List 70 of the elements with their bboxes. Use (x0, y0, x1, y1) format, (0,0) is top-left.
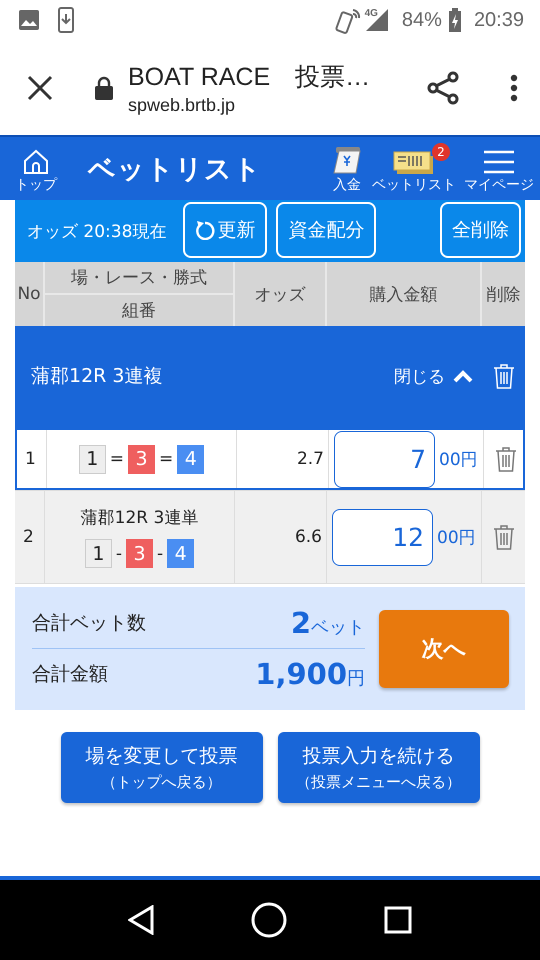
group-title: 蒲郡12R 3連複 (31, 364, 164, 389)
delete-button[interactable] (494, 446, 516, 472)
clock: 20:39 (474, 8, 524, 32)
lock-icon (94, 76, 114, 100)
trash-icon (494, 446, 516, 472)
mypage-button[interactable]: マイページ (464, 137, 534, 200)
boat-number: 1 (78, 444, 106, 474)
signal-icon (364, 7, 390, 33)
summary-label: 合計金額 (32, 662, 109, 687)
boat-number: 3 (126, 539, 153, 568)
close-icon[interactable] (26, 74, 54, 102)
amount-unit: 00円 (437, 526, 476, 548)
race-name: 蒲郡12R 3連単 (80, 507, 198, 529)
column-header: 場・レース・勝式 (45, 262, 233, 295)
summary-label: 合計ベット数 (32, 611, 147, 636)
boat-number: 3 (128, 444, 155, 474)
boat-number: 4 (167, 539, 194, 568)
row-number: 1 (25, 449, 36, 469)
screen-title: ベットリスト (88, 152, 263, 186)
home-icon[interactable] (250, 902, 287, 938)
column-header: 組番 (121, 300, 157, 323)
amount-field[interactable]: 12 (332, 508, 433, 566)
more-icon[interactable] (510, 74, 518, 102)
bet-list-button[interactable]: ベットリスト 2 (372, 137, 456, 200)
collapse-toggle[interactable]: 閉じる (394, 364, 473, 388)
trash-icon (493, 363, 515, 389)
fund-allocation-button[interactable]: 資金配分 (276, 202, 376, 258)
separator: = (159, 449, 174, 469)
odds-value: 2.7 (296, 449, 324, 469)
amount-unit: 00円 (439, 448, 478, 470)
refresh-icon (195, 220, 216, 240)
summary-value: 1,900 (255, 657, 347, 691)
menu-icon (483, 148, 515, 176)
refresh-button[interactable]: 更新 (183, 202, 268, 258)
count-badge: 2 (432, 143, 450, 161)
network-type: 4G (364, 8, 378, 19)
share-icon[interactable] (426, 70, 460, 104)
battery-icon (448, 8, 462, 32)
delete-button[interactable] (492, 524, 514, 550)
page-url: spweb.brtb.jp (128, 94, 236, 116)
row-number: 2 (23, 527, 34, 547)
home-button[interactable]: トップ (14, 137, 58, 200)
download-icon (58, 7, 74, 33)
battery-percent: 84% (402, 8, 442, 32)
bet-row[interactable]: 1 1 = 3 = 4 2.7 7 00円 (15, 428, 525, 490)
column-header: 削除 (486, 284, 522, 306)
boat-number: 4 (177, 444, 204, 474)
image-icon (18, 9, 40, 31)
summary-unit: 円 (347, 667, 365, 690)
recents-icon[interactable] (384, 906, 412, 934)
trash-icon (492, 524, 514, 550)
continue-voting-button[interactable]: 投票入力を続ける （投票メニューへ戻る） (278, 732, 480, 803)
boat-number: 1 (84, 539, 112, 568)
summary-unit: ベット (311, 616, 365, 639)
summary-value: 2 (290, 606, 311, 640)
home-icon (22, 148, 50, 176)
bet-row[interactable]: 2 蒲郡12R 3連単 1 - 3 - 4 6.6 12 00円 (15, 490, 525, 584)
separator: - (157, 544, 164, 564)
page-title: BOAT RACE 投票… (128, 62, 372, 92)
deposit-button[interactable]: 入金 (330, 137, 364, 200)
back-icon[interactable] (128, 905, 154, 935)
separator: = (110, 449, 124, 469)
next-button[interactable]: 次へ (379, 610, 509, 688)
chevron-up-icon (453, 369, 473, 383)
odds-time: オッズ 20:38現在 (27, 220, 166, 242)
amount-field[interactable]: 7 (334, 430, 435, 488)
odds-value: 6.6 (294, 527, 322, 547)
change-venue-button[interactable]: 場を変更して投票 （トップへ戻る） (60, 732, 262, 803)
delete-all-button[interactable]: 全削除 (440, 202, 521, 258)
separator: - (116, 544, 122, 564)
